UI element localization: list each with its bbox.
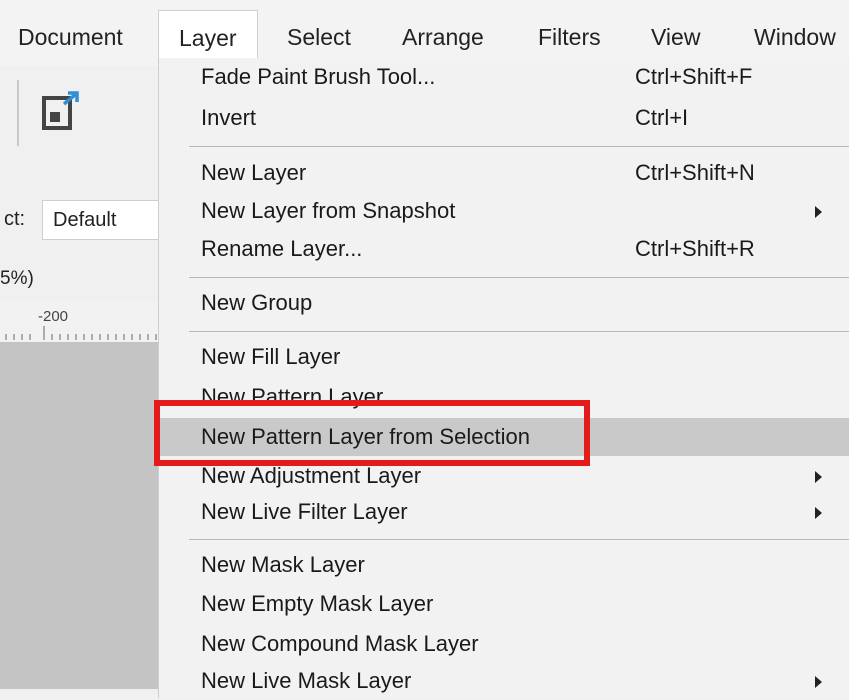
- toolbar-divider: [17, 80, 19, 146]
- menu-item-fade-paint-brush[interactable]: Fade Paint Brush Tool... Ctrl+Shift+F: [159, 58, 849, 96]
- menu-separator: [189, 277, 849, 278]
- menu-item-new-live-mask-layer[interactable]: New Live Mask Layer: [159, 662, 849, 700]
- menu-item-label: Invert: [201, 105, 257, 130]
- menu-item-label: Fade Paint Brush Tool...: [201, 64, 436, 89]
- menu-item-new-fill-layer[interactable]: New Fill Layer: [159, 338, 849, 376]
- menu-item-label: Rename Layer...: [201, 236, 363, 261]
- menu-item-shortcut: Ctrl+Shift+N: [635, 160, 755, 185]
- menu-item-new-empty-mask-layer[interactable]: New Empty Mask Layer: [159, 585, 849, 623]
- menu-separator: [189, 146, 849, 147]
- menu-separator: [189, 539, 849, 540]
- menu-item-shortcut: Ctrl+Shift+R: [635, 236, 755, 261]
- menu-item-new-layer-from-snapshot[interactable]: New Layer from Snapshot: [159, 192, 849, 230]
- menu-separator: [189, 331, 849, 332]
- menu-item-label: New Empty Mask Layer: [201, 591, 434, 616]
- menu-item-new-live-filter-layer[interactable]: New Live Filter Layer: [159, 493, 849, 531]
- menu-item-shortcut: Ctrl+I: [635, 105, 689, 130]
- submenu-arrow-icon: [815, 507, 822, 519]
- menu-item-label: New Adjustment Layer: [201, 463, 422, 488]
- submenu-arrow-icon: [815, 206, 822, 218]
- menu-item-new-group[interactable]: New Group: [159, 284, 849, 322]
- menu-arrange[interactable]: Arrange: [402, 24, 484, 51]
- horizontal-ruler: -200: [0, 302, 160, 343]
- menu-item-new-layer[interactable]: New Layer Ctrl+Shift+N: [159, 154, 849, 192]
- menu-item-label: New Layer: [201, 160, 307, 185]
- canvas-area[interactable]: [0, 342, 160, 689]
- menu-item-label: New Layer from Snapshot: [201, 198, 456, 223]
- zoom-label: 5%): [0, 268, 34, 289]
- menu-view[interactable]: View: [651, 24, 700, 51]
- menu-item-new-compound-mask-layer[interactable]: New Compound Mask Layer: [159, 625, 849, 663]
- menu-item-label: New Compound Mask Layer: [201, 631, 479, 656]
- preset-label: ct:: [4, 208, 26, 230]
- menu-item-shortcut: Ctrl+Shift+F: [635, 64, 753, 89]
- menu-bar: Document Layer Select Arrange Filters Vi…: [0, 0, 849, 66]
- submenu-arrow-icon: [815, 471, 822, 483]
- menu-item-label: New Mask Layer: [201, 552, 365, 577]
- menu-select[interactable]: Select: [287, 24, 351, 51]
- menu-item-label: New Group: [201, 290, 313, 315]
- menu-window[interactable]: Window: [754, 24, 836, 51]
- preset-field[interactable]: Default: [42, 200, 160, 240]
- menu-item-new-mask-layer[interactable]: New Mask Layer: [159, 546, 849, 584]
- menu-item-label: New Live Filter Layer: [201, 499, 408, 524]
- menu-item-invert[interactable]: Invert Ctrl+I: [159, 99, 849, 137]
- menu-item-label: New Fill Layer: [201, 344, 341, 369]
- submenu-arrow-icon: [815, 676, 822, 688]
- layer-menu-dropdown: Fade Paint Brush Tool... Ctrl+Shift+F In…: [158, 58, 849, 698]
- menu-filters[interactable]: Filters: [538, 24, 601, 51]
- menu-document[interactable]: Document: [18, 24, 123, 51]
- menu-item-rename-layer[interactable]: Rename Layer... Ctrl+Shift+R: [159, 230, 849, 268]
- menu-item-label: New Live Mask Layer: [201, 668, 412, 693]
- export-icon[interactable]: [40, 90, 84, 134]
- annotation-highlight-box: [154, 400, 590, 466]
